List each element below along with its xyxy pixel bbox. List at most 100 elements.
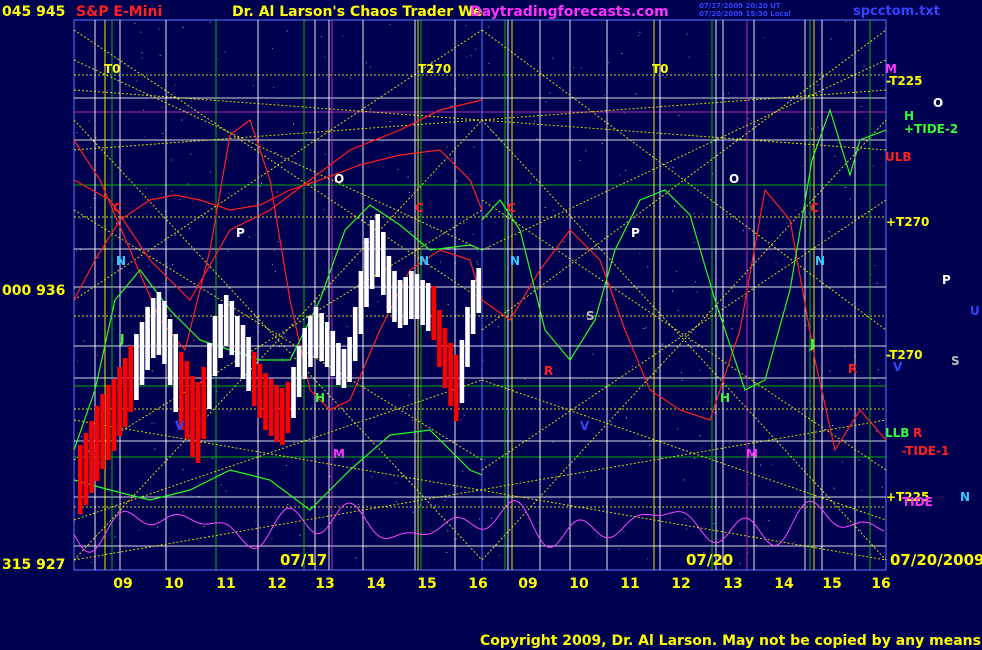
star-dot	[614, 407, 616, 409]
price-bar	[302, 328, 307, 379]
star-dot	[861, 490, 863, 491]
star-dot	[693, 457, 695, 459]
star-dot	[194, 218, 196, 220]
star-dot	[491, 130, 493, 132]
star-dot	[621, 52, 623, 54]
star-dot	[714, 412, 716, 414]
star-dot	[273, 250, 275, 252]
star-dot	[141, 57, 143, 59]
chart-letter: P	[631, 226, 640, 240]
star-dot	[227, 250, 229, 252]
star-dot	[293, 441, 295, 443]
star-dot	[151, 423, 153, 425]
star-dot	[502, 193, 504, 195]
star-dot	[727, 92, 729, 94]
price-bar	[386, 256, 392, 313]
chart-letter: C	[507, 201, 516, 215]
star-dot	[580, 67, 582, 69]
star-dot	[844, 187, 846, 188]
star-dot	[272, 263, 274, 265]
star-dot	[447, 530, 449, 532]
hour-tick-day2: 09	[518, 576, 537, 592]
star-dot	[275, 152, 277, 154]
star-dot	[95, 136, 97, 138]
star-dot	[656, 371, 658, 373]
price-bar	[128, 346, 134, 412]
star-dot	[592, 353, 594, 355]
star-dot	[610, 421, 612, 423]
star-dot	[255, 521, 257, 523]
hour-tick-day2: 13	[723, 576, 742, 592]
chart-letter: V	[580, 419, 590, 433]
star-dot	[171, 190, 173, 192]
star-dot	[775, 262, 777, 264]
hour-tick-day2: 16	[871, 576, 890, 592]
star-dot	[389, 24, 391, 25]
star-dot	[143, 135, 145, 137]
price-bar	[392, 271, 397, 322]
star-dot	[691, 134, 693, 136]
price-bar	[369, 220, 375, 289]
star-dot	[93, 198, 95, 199]
star-dot	[845, 21, 847, 22]
star-dot	[369, 66, 371, 68]
chart-letter: N	[419, 254, 429, 268]
star-dot	[287, 504, 289, 505]
price-bar	[341, 349, 347, 388]
star-dot	[794, 541, 796, 543]
star-dot	[858, 459, 860, 461]
star-dot	[488, 26, 490, 28]
star-dot	[466, 56, 468, 58]
star-dot	[77, 360, 78, 362]
star-dot	[370, 108, 371, 110]
star-dot	[153, 422, 155, 424]
star-dot	[116, 223, 117, 224]
star-dot	[665, 76, 667, 78]
star-dot	[751, 119, 753, 121]
star-dot	[649, 444, 651, 446]
star-dot	[298, 214, 300, 215]
price-bar	[425, 283, 431, 331]
star-dot	[190, 153, 192, 155]
star-dot	[518, 201, 520, 203]
star-dot	[677, 428, 678, 430]
star-dot	[677, 310, 679, 311]
price-bar	[470, 280, 476, 334]
star-dot	[131, 142, 133, 143]
chart-letter: N	[815, 254, 825, 268]
star-dot	[276, 191, 278, 193]
star-dot	[203, 526, 205, 528]
star-dot	[88, 120, 90, 122]
price-bar	[431, 286, 437, 340]
chart-letter: N	[510, 254, 520, 268]
hour-tick-day2: 11	[620, 576, 639, 592]
star-dot	[146, 213, 148, 215]
star-dot	[377, 301, 379, 302]
star-dot	[625, 170, 627, 172]
price-bar	[453, 355, 459, 421]
star-dot	[573, 67, 575, 69]
star-dot	[324, 56, 326, 58]
star-dot	[779, 379, 781, 381]
star-dot	[704, 525, 706, 527]
star-dot	[524, 378, 526, 380]
star-dot	[151, 370, 153, 372]
star-dot	[407, 176, 409, 178]
star-dot	[729, 442, 731, 444]
price-bar	[173, 334, 178, 412]
star-dot	[604, 94, 606, 96]
star-dot	[572, 317, 574, 319]
star-dot	[329, 475, 331, 477]
star-dot	[323, 209, 325, 211]
price-bar	[167, 319, 173, 385]
star-dot	[259, 185, 261, 187]
price-bar	[364, 238, 369, 307]
date-label-full: 07/20/2009	[890, 551, 982, 569]
star-dot	[645, 327, 647, 329]
price-bar	[195, 382, 201, 463]
star-dot	[159, 54, 161, 56]
price-bar	[145, 307, 150, 370]
star-dot	[224, 51, 226, 53]
star-dot	[430, 227, 432, 229]
price-bar	[246, 337, 251, 391]
